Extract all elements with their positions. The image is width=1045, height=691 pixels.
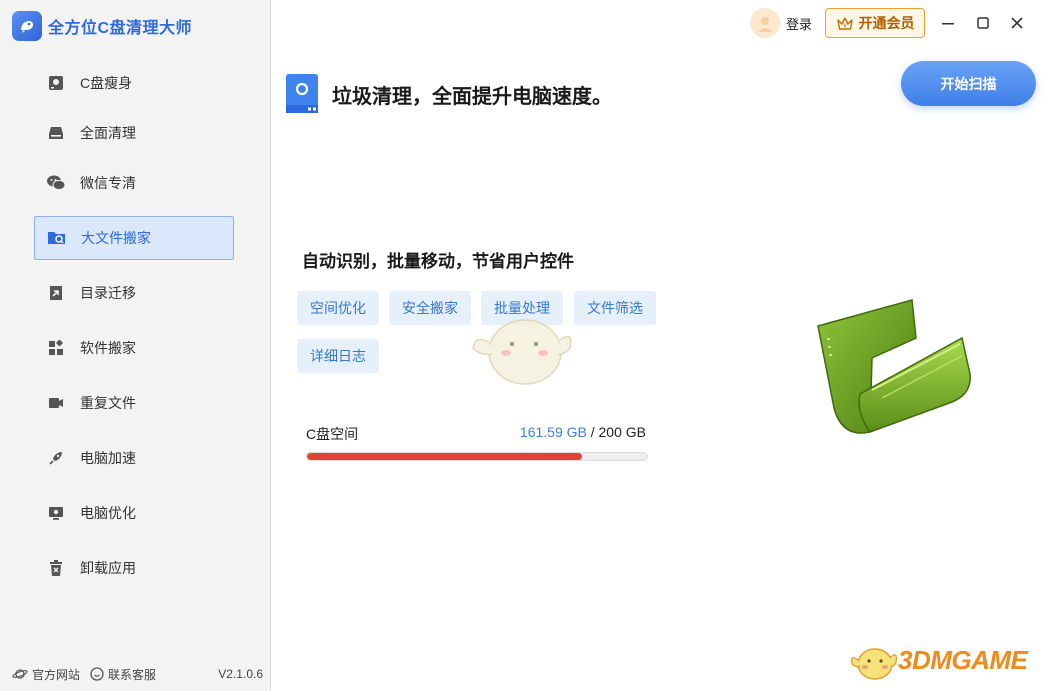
disk-space-progress-fill [307, 453, 582, 460]
sidebar-item-software-move[interactable]: 软件搬家 [34, 326, 234, 370]
sidebar-item-full-clean[interactable]: 全面清理 [34, 111, 234, 155]
disk-icon [46, 73, 66, 93]
disk-space-progress [306, 452, 648, 461]
green-folder-illustration [812, 298, 977, 448]
disk-space-value: 161.59 GB / 200 GB [520, 424, 646, 440]
maximize-button[interactable] [972, 12, 994, 34]
tag-space-optimize: 空间优化 [297, 291, 379, 325]
3dmgame-watermark: 3DMGAME [850, 638, 1028, 682]
rocket-icon [46, 448, 66, 468]
sidebar-item-label: 电脑加速 [80, 450, 136, 466]
contact-support-link[interactable]: 联系客服 [90, 666, 156, 683]
sidebar-item-dir-migrate[interactable]: 目录迁移 [34, 271, 234, 315]
start-scan-button[interactable]: 开始扫描 [901, 61, 1036, 106]
sidebar-item-wechat[interactable]: 微信专清 [34, 161, 234, 205]
sidebar-item-speedup[interactable]: 电脑加速 [34, 436, 234, 480]
sidebar-item-label: 重复文件 [80, 395, 136, 411]
planet-icon [12, 669, 28, 679]
app-version: V2.1.0.6 [218, 667, 263, 681]
sidebar-item-large-file-move[interactable]: 大文件搬家 [34, 216, 234, 260]
sidebar-item-label: 微信专清 [80, 175, 136, 191]
sidebar-footer: 官方网站 联系客服 V2.1.0.6 [12, 665, 267, 683]
sidebar-item-optimize[interactable]: 电脑优化 [34, 491, 234, 535]
page-headline: 垃圾清理，全面提升电脑速度。 [332, 86, 612, 108]
mascot-logo-icon [850, 648, 898, 680]
duplicate-icon [46, 393, 66, 413]
minimize-icon [942, 23, 954, 25]
tag-detailed-log: 详细日志 [297, 339, 379, 373]
app-title: 全方位C盘清理大师 [48, 20, 193, 37]
open-vip-button[interactable]: V 开通会员 [825, 8, 925, 38]
migrate-icon [46, 283, 66, 303]
apps-icon [46, 338, 66, 358]
smile-icon [90, 667, 104, 681]
sidebar-item-label: 电脑优化 [80, 505, 136, 521]
avatar [750, 8, 780, 38]
sidebar: 全方位C盘清理大师 C盘瘦身 全面清理 微信专清 大文件搬家 目录迁移 软件搬家… [0, 0, 271, 691]
maximize-icon [977, 17, 989, 29]
sidebar-item-label: 软件搬家 [80, 340, 136, 356]
trash-icon [46, 558, 66, 578]
drive-icon [46, 123, 66, 143]
vip-label: 开通会员 [858, 15, 915, 31]
sidebar-item-label: C盘瘦身 [80, 75, 133, 91]
app-logo-icon [12, 11, 42, 41]
tag-file-filter: 文件筛选 [574, 291, 656, 325]
wechat-icon [46, 173, 66, 193]
login-button[interactable]: 登录 [750, 8, 812, 38]
monitor-icon [46, 503, 66, 523]
disk-clean-icon [282, 73, 322, 115]
sidebar-item-c-slim[interactable]: C盘瘦身 [34, 61, 234, 105]
sidebar-item-duplicates[interactable]: 重复文件 [34, 381, 234, 425]
login-label: 登录 [786, 16, 813, 32]
app-brand: 全方位C盘清理大师 [12, 10, 192, 42]
sidebar-item-label: 卸载应用 [80, 560, 136, 576]
disk-space-total: 200 GB [598, 424, 646, 440]
disk-space-used: 161.59 GB [519, 424, 587, 440]
tag-safe-move: 安全搬家 [389, 291, 471, 325]
watermark-text: 3DMGAME [898, 644, 1028, 675]
close-icon [1011, 17, 1023, 29]
sidebar-item-uninstall[interactable]: 卸载应用 [34, 546, 234, 590]
sidebar-item-label: 全面清理 [80, 125, 136, 141]
crown-icon: V [836, 17, 853, 30]
disk-space-label: C盘空间 [306, 426, 359, 442]
sidebar-item-label: 大文件搬家 [81, 230, 151, 246]
official-website-link[interactable]: 官方网站 [12, 666, 80, 683]
mascot-watermark-icon [470, 300, 575, 395]
feature-subtitle: 自动识别，批量移动，节省用户控件 [302, 252, 574, 271]
close-button[interactable] [1006, 12, 1028, 34]
sidebar-item-label: 目录迁移 [80, 285, 136, 301]
disk-space-separator: / [586, 424, 599, 440]
minimize-button[interactable] [937, 12, 959, 34]
folder-move-icon [47, 228, 67, 248]
